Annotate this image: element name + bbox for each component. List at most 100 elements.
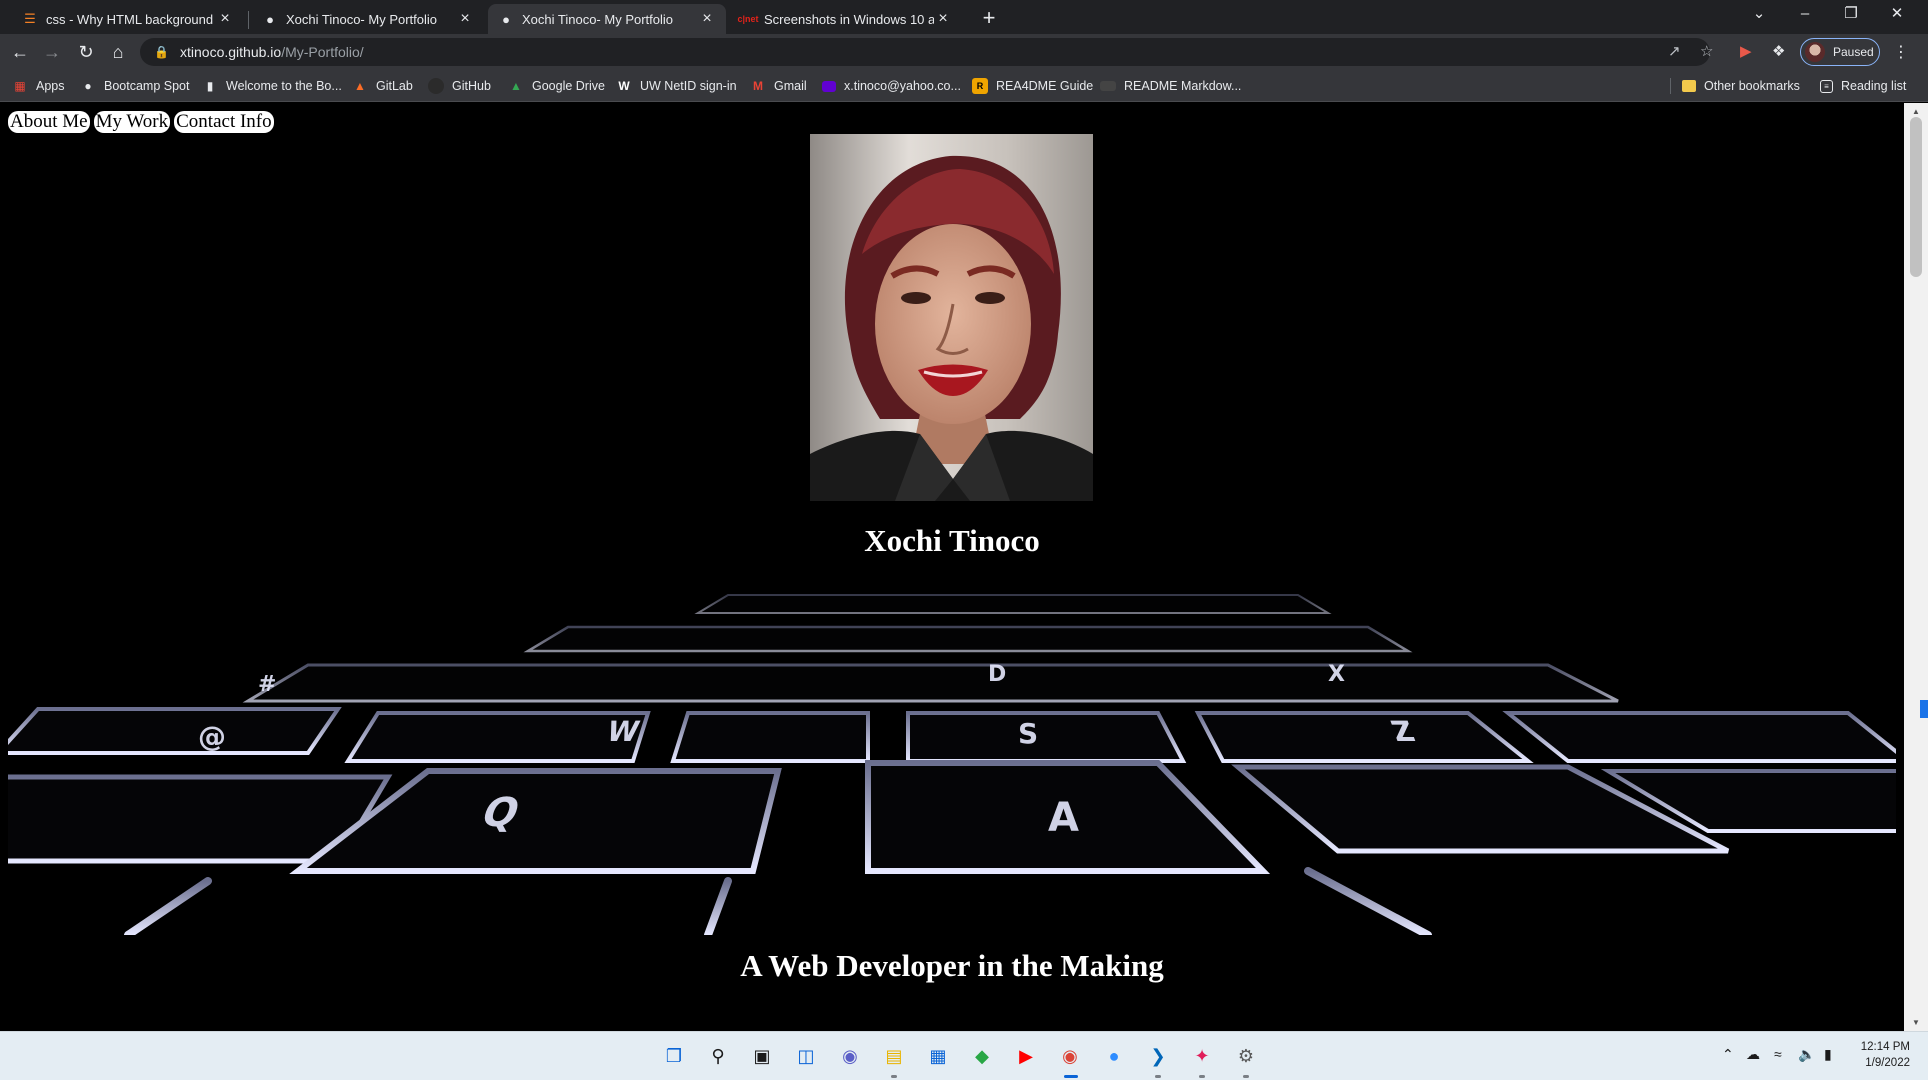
keyboard-hero-image: Q A W S Z X D @ # bbox=[0, 581, 1904, 939]
globe-icon: ● bbox=[502, 11, 510, 27]
svg-text:@: @ bbox=[198, 720, 226, 753]
scrollbar-thumb[interactable] bbox=[1910, 117, 1922, 277]
tab-title: css - Why HTML background ima bbox=[46, 11, 216, 27]
scroll-down-icon[interactable]: ▼ bbox=[1912, 1018, 1920, 1027]
running-indicator bbox=[1243, 1075, 1249, 1078]
readme-icon: R bbox=[972, 78, 988, 94]
clock-time: 12:14 PM bbox=[1860, 1041, 1910, 1053]
onedrive-icon[interactable]: ☁ bbox=[1746, 1046, 1760, 1063]
running-indicator bbox=[1155, 1075, 1161, 1078]
settings-icon[interactable]: ⚙ bbox=[1232, 1042, 1260, 1070]
bookmark-github[interactable]: GitHub bbox=[428, 70, 491, 102]
close-icon[interactable]: × bbox=[934, 10, 952, 28]
share-icon[interactable]: ↗ bbox=[1668, 42, 1681, 60]
tab-portfolio-active[interactable]: ● Xochi Tinoco- My Portfolio × bbox=[488, 4, 726, 34]
close-window-button[interactable]: ✕ bbox=[1874, 0, 1920, 30]
tab-title: Xochi Tinoco- My Portfolio bbox=[286, 11, 438, 27]
other-bookmarks-label: Other bookmarks bbox=[1704, 79, 1800, 93]
other-bookmarks[interactable]: Other bookmarks bbox=[1682, 70, 1800, 102]
taskbar-clock[interactable]: 12:14 PM 1/9/2022 bbox=[1856, 1039, 1910, 1071]
svg-text:D: D bbox=[988, 662, 1006, 687]
profile-photo bbox=[810, 134, 1093, 501]
new-tab-button[interactable]: + bbox=[976, 6, 1002, 32]
windows-taskbar: ❐ ⚲ ▣ ◫ ◉ ▤ ▦ ◆ ▶ ◉ ● ❯ ✦ ⚙ ⌃ ☁ ≈ 🔈 ▮ 12… bbox=[0, 1031, 1928, 1080]
bookmark-label: x.tinoco@yahoo.co... bbox=[844, 79, 961, 93]
browser-menu-icon[interactable]: ⋮ bbox=[1893, 42, 1909, 62]
wifi-icon[interactable]: ≈ bbox=[1774, 1046, 1782, 1062]
bookmark-label: GitLab bbox=[376, 79, 413, 93]
bookmark-label: REA4DME Guide bbox=[996, 79, 1094, 93]
clock-date: 1/9/2022 bbox=[1865, 1057, 1910, 1069]
bookmark-gitlab[interactable]: ▲ GitLab bbox=[352, 70, 413, 102]
bookmark-gmail[interactable]: M Gmail bbox=[750, 70, 807, 102]
restore-button[interactable]: ❐ bbox=[1828, 0, 1874, 30]
file-explorer-icon[interactable]: ▤ bbox=[880, 1042, 908, 1070]
youtube-icon[interactable]: ▶ bbox=[1012, 1042, 1040, 1070]
bookmark-google-drive[interactable]: ▲ Google Drive bbox=[508, 70, 605, 102]
volume-icon[interactable]: 🔈 bbox=[1798, 1046, 1815, 1063]
bookmark-yahoo-mail[interactable]: x.tinoco@yahoo.co... bbox=[822, 70, 961, 102]
apps-grid-icon: ▦ bbox=[14, 79, 26, 93]
zoom-icon[interactable]: ● bbox=[1100, 1042, 1128, 1070]
widgets-icon[interactable]: ◫ bbox=[792, 1042, 820, 1070]
close-icon[interactable]: × bbox=[698, 10, 716, 28]
photos-icon[interactable]: ◆ bbox=[968, 1042, 996, 1070]
search-icon[interactable]: ⚲ bbox=[704, 1042, 732, 1070]
nav-about-me[interactable]: About Me bbox=[8, 111, 90, 133]
home-button[interactable]: ⌂ bbox=[104, 38, 132, 66]
tab-portfolio-1[interactable]: ● Xochi Tinoco- My Portfolio × bbox=[252, 4, 484, 34]
close-icon[interactable]: × bbox=[216, 10, 234, 28]
back-button[interactable]: ← bbox=[6, 38, 34, 66]
nav-contact-info[interactable]: Contact Info bbox=[174, 111, 274, 133]
keyboard-illustration: Q A W S Z X D @ # bbox=[0, 581, 1904, 939]
profile-button[interactable]: Paused bbox=[1800, 38, 1880, 66]
markdown-icon bbox=[1100, 81, 1116, 91]
reading-list[interactable]: ≡ Reading list bbox=[1820, 70, 1906, 102]
active-indicator bbox=[1064, 1075, 1078, 1078]
yahoo-mail-icon bbox=[822, 80, 836, 92]
vscode-icon[interactable]: ❯ bbox=[1144, 1042, 1172, 1070]
bookmark-label: Apps bbox=[36, 79, 65, 93]
close-icon[interactable]: × bbox=[456, 10, 474, 28]
profile-status: Paused bbox=[1833, 45, 1874, 59]
reading-list-label: Reading list bbox=[1841, 79, 1907, 93]
scroll-up-icon[interactable]: ▲ bbox=[1912, 107, 1920, 116]
bookmark-star-icon[interactable]: ☆ bbox=[1700, 42, 1713, 60]
tab-stackoverflow[interactable]: ☰ css - Why HTML background ima × bbox=[12, 4, 244, 34]
book-icon: ▮ bbox=[206, 79, 214, 93]
start-icon[interactable]: ❐ bbox=[660, 1042, 688, 1070]
bookmark-apps[interactable]: ▦ Apps bbox=[12, 70, 65, 102]
bookmark-readme-guide[interactable]: R REA4DME Guide bbox=[972, 70, 1093, 102]
task-view-icon[interactable]: ▣ bbox=[748, 1042, 776, 1070]
battery-icon[interactable]: ▮ bbox=[1824, 1046, 1832, 1063]
address-bar[interactable]: 🔒 xtinoco.github.io/My-Portfolio/ bbox=[140, 38, 1710, 66]
reload-button[interactable]: ↻ bbox=[72, 38, 100, 66]
page-scrollbar[interactable]: ▲ ▼ bbox=[1904, 103, 1928, 1031]
url-path: /My-Portfolio/ bbox=[281, 44, 364, 60]
bookmark-readme-markdown[interactable]: README Markdow... bbox=[1100, 70, 1241, 102]
screen-recorder-extension-icon[interactable]: ▶ bbox=[1740, 42, 1752, 60]
extensions-puzzle-icon[interactable]: ❖ bbox=[1772, 42, 1785, 60]
bookmark-bootcamp-spot[interactable]: ● Bootcamp Spot bbox=[80, 70, 189, 102]
bookmark-uw-netid[interactable]: W UW NetID sign-in bbox=[616, 70, 737, 102]
chrome-icon[interactable]: ◉ bbox=[1056, 1042, 1084, 1070]
gmail-icon: M bbox=[753, 79, 763, 93]
stackoverflow-icon: ☰ bbox=[24, 11, 36, 26]
tab-search-icon[interactable]: ⌄ bbox=[1736, 0, 1782, 30]
minimize-button[interactable]: – bbox=[1782, 0, 1828, 30]
lock-icon[interactable]: 🔒 bbox=[154, 45, 169, 59]
bookmark-welcome[interactable]: ▮ Welcome to the Bo... bbox=[202, 70, 342, 102]
chevron-up-icon[interactable]: ⌃ bbox=[1722, 1046, 1734, 1063]
svg-text:#: # bbox=[258, 672, 276, 697]
teams-chat-icon[interactable]: ◉ bbox=[836, 1042, 864, 1070]
slack-icon[interactable]: ✦ bbox=[1188, 1042, 1216, 1070]
forward-button[interactable]: → bbox=[38, 38, 66, 66]
page-title: Xochi Tinoco bbox=[864, 523, 1040, 558]
google-drive-icon: ▲ bbox=[510, 79, 522, 93]
page-viewport: About Me My Work Contact Info Xochi Tino… bbox=[0, 103, 1904, 1031]
store-icon[interactable]: ▦ bbox=[924, 1042, 952, 1070]
bookmark-label: UW NetID sign-in bbox=[640, 79, 737, 93]
tab-screenshots[interactable]: c|net Screenshots in Windows 10 and 1 × bbox=[730, 4, 962, 34]
side-panel-accent bbox=[1920, 700, 1928, 718]
nav-my-work[interactable]: My Work bbox=[93, 111, 171, 133]
